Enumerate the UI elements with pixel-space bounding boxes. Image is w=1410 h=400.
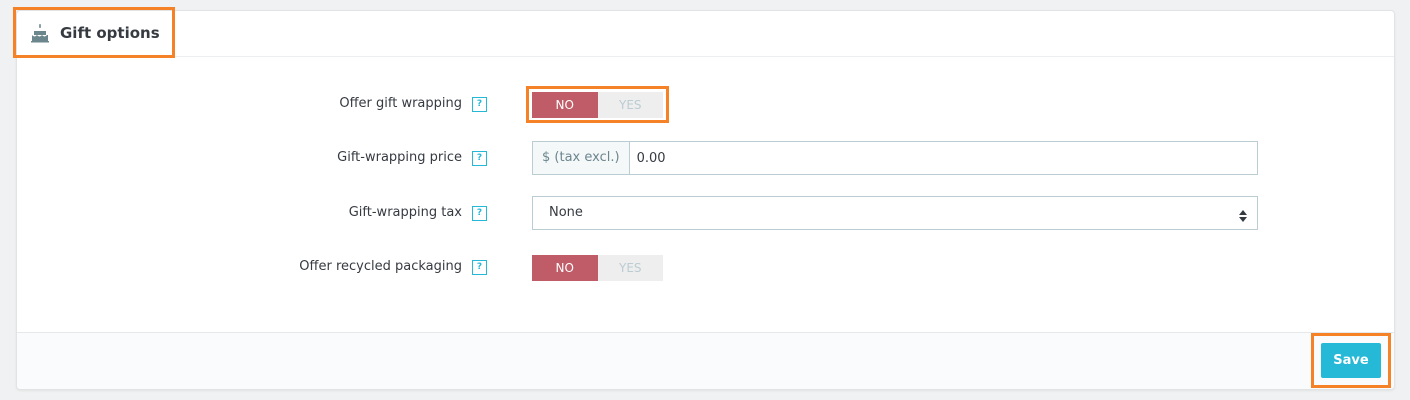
gift-wrapping-tax-row: Gift-wrapping tax ? None: [17, 196, 1394, 230]
gift-wrapping-price-input[interactable]: [629, 142, 1257, 174]
gift-wrapping-price-label: Gift-wrapping price: [337, 150, 462, 165]
offer-recycled-packaging-switch[interactable]: NO YES: [532, 255, 663, 281]
gift-wrapping-price-group: $ (tax excl.): [532, 141, 1258, 175]
save-button[interactable]: Save: [1321, 343, 1381, 378]
panel-title: Gift options: [60, 24, 160, 42]
select-value: None: [549, 205, 583, 220]
panel-footer: Save: [17, 332, 1394, 389]
gift-wrapping-price-row: Gift-wrapping price ? $ (tax excl.): [17, 141, 1394, 175]
switch-option-yes[interactable]: YES: [597, 92, 663, 118]
gift-wrapping-tax-select[interactable]: None: [532, 196, 1258, 230]
offer-gift-wrapping-switch[interactable]: NO YES: [532, 92, 663, 118]
switch-option-no[interactable]: NO: [532, 92, 598, 118]
help-icon[interactable]: ?: [472, 151, 487, 166]
gift-options-panel: Gift options Offer gift wrapping ? NO YE…: [13, 7, 1395, 390]
switch-option-yes[interactable]: YES: [597, 255, 663, 281]
switch-option-no[interactable]: NO: [532, 255, 598, 281]
sort-arrows-icon: [1239, 207, 1247, 222]
help-icon[interactable]: ?: [472, 97, 487, 112]
birthday-cake-icon: [30, 23, 50, 43]
offer-gift-wrapping-row: Offer gift wrapping ? NO YES: [17, 86, 1394, 123]
currency-addon: $ (tax excl.): [533, 142, 630, 174]
offer-recycled-packaging-row: Offer recycled packaging ? NO YES: [17, 250, 1394, 284]
offer-gift-wrapping-label: Offer gift wrapping: [339, 96, 462, 111]
help-icon[interactable]: ?: [472, 206, 487, 221]
gift-wrapping-tax-label: Gift-wrapping tax: [348, 205, 462, 220]
offer-recycled-packaging-label: Offer recycled packaging: [299, 259, 462, 274]
panel-heading: Gift options: [13, 7, 1394, 58]
help-icon[interactable]: ?: [472, 260, 487, 275]
